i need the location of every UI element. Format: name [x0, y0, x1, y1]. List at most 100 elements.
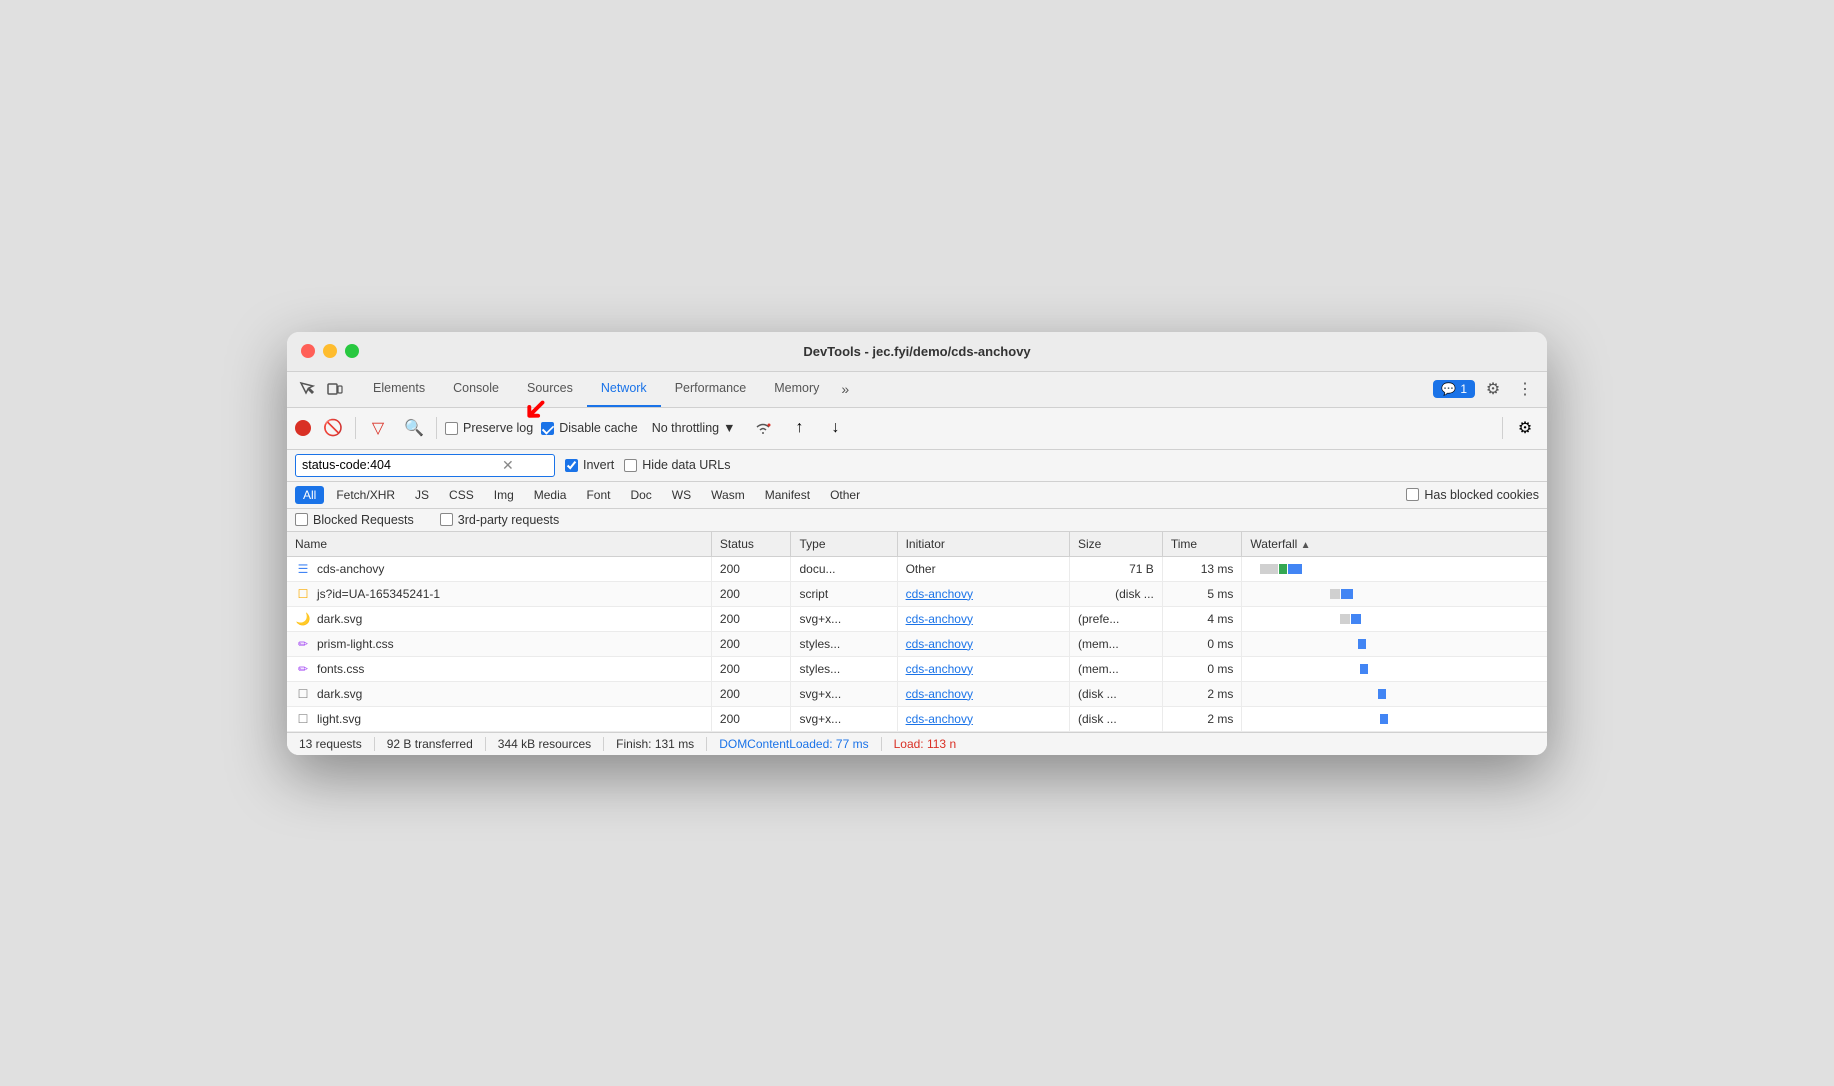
type-filter-all[interactable]: All: [295, 486, 324, 504]
table-header: Name Status Type Initiator Size: [287, 532, 1547, 557]
hide-data-urls-label[interactable]: Hide data URLs: [624, 458, 730, 472]
type-filter-other[interactable]: Other: [822, 486, 868, 504]
tab-bar-icons: [295, 377, 347, 401]
cell-name: 🌙 dark.svg: [287, 606, 711, 631]
type-filter-css[interactable]: CSS: [441, 486, 482, 504]
table-row[interactable]: 🌙 dark.svg 200 svg+x... cds-anchovy (pre…: [287, 606, 1547, 631]
cell-type: styles...: [791, 656, 897, 681]
device-toolbar-button[interactable]: [323, 377, 347, 401]
tab-right-controls: 💬 1 ⚙ ⋮: [1433, 375, 1539, 403]
disable-cache-checkbox-label[interactable]: Disable cache ➜: [541, 421, 638, 435]
network-toolbar: 🚫 ▽ 🔍 Preserve log Disable cache ➜ No th…: [287, 408, 1547, 450]
table-body: ☰ cds-anchovy 200 docu... Other 71 B 13 …: [287, 556, 1547, 731]
hide-data-urls-checkbox[interactable]: [624, 459, 637, 472]
dom-content-loaded: DOMContentLoaded: 77 ms: [707, 737, 881, 751]
table-row[interactable]: ☐ light.svg 200 svg+x... cds-anchovy (di…: [287, 706, 1547, 731]
blocked-requests-row: Blocked Requests 3rd-party requests: [287, 509, 1547, 532]
col-header-time[interactable]: Time: [1162, 532, 1242, 557]
filter-button[interactable]: ▽: [364, 414, 392, 442]
cell-waterfall: [1242, 681, 1547, 706]
record-button[interactable]: [295, 420, 311, 436]
has-blocked-cookies-checkbox[interactable]: [1406, 488, 1419, 501]
blocked-requests-checkbox[interactable]: [295, 513, 308, 526]
network-conditions-button[interactable]: [749, 414, 777, 442]
minimize-button[interactable]: [323, 344, 337, 358]
tab-console[interactable]: Console: [439, 371, 513, 407]
import-har-button[interactable]: ↑: [785, 414, 813, 442]
cell-size: (disk ...: [1069, 581, 1162, 606]
maximize-button[interactable]: [345, 344, 359, 358]
tab-network[interactable]: Network: [587, 371, 661, 407]
preserve-log-checkbox-label[interactable]: Preserve log: [445, 421, 533, 435]
tab-performance[interactable]: Performance: [661, 371, 761, 407]
type-filter-js[interactable]: JS: [407, 486, 437, 504]
network-table: Name Status Type Initiator Size: [287, 532, 1547, 732]
search-button[interactable]: 🔍: [400, 414, 428, 442]
clear-button[interactable]: 🚫: [319, 414, 347, 442]
more-tabs-button[interactable]: »: [833, 381, 857, 397]
table-row[interactable]: ☐ dark.svg 200 svg+x... cds-anchovy (dis…: [287, 681, 1547, 706]
invert-label[interactable]: Invert: [565, 458, 614, 472]
type-filter-font[interactable]: Font: [578, 486, 618, 504]
window-title: DevTools - jec.fyi/demo/cds-anchovy: [803, 344, 1030, 359]
cell-type: svg+x...: [791, 706, 897, 731]
resources-size: 344 kB resources: [486, 737, 604, 751]
cell-initiator: cds-anchovy: [897, 581, 1069, 606]
traffic-lights: [301, 344, 359, 358]
devtools-window: DevTools - jec.fyi/demo/cds-anchovy Elem…: [287, 332, 1547, 755]
tab-sources[interactable]: Sources: [513, 371, 587, 407]
separator-3: [1502, 417, 1503, 439]
cell-type: docu...: [791, 556, 897, 581]
tab-elements[interactable]: Elements: [359, 371, 439, 407]
type-filter-manifest[interactable]: Manifest: [757, 486, 818, 504]
inspect-element-button[interactable]: [295, 377, 319, 401]
cell-name: ☐ light.svg: [287, 706, 711, 731]
cell-size: (disk ...: [1069, 681, 1162, 706]
close-button[interactable]: [301, 344, 315, 358]
third-party-checkbox[interactable]: [440, 513, 453, 526]
cell-status: 200: [711, 706, 791, 731]
type-filter-media[interactable]: Media: [526, 486, 575, 504]
cell-waterfall: [1242, 581, 1547, 606]
col-header-waterfall[interactable]: Waterfall ▲: [1242, 532, 1547, 557]
cell-time: 2 ms: [1162, 706, 1242, 731]
table-row[interactable]: ✏ prism-light.css 200 styles... cds-anch…: [287, 631, 1547, 656]
col-header-name[interactable]: Name: [287, 532, 711, 557]
has-blocked-cookies-label[interactable]: Has blocked cookies: [1406, 488, 1539, 502]
filter-bar: ✕ Invert Hide data URLs: [287, 450, 1547, 482]
search-box[interactable]: ✕: [295, 454, 555, 477]
col-header-size[interactable]: Size: [1069, 532, 1162, 557]
table-row[interactable]: ☐ js?id=UA-165345241-1 200 script cds-an…: [287, 581, 1547, 606]
blocked-requests-label[interactable]: Blocked Requests: [295, 513, 414, 527]
cell-name: ☐ js?id=UA-165345241-1: [287, 581, 711, 606]
preserve-log-checkbox[interactable]: [445, 422, 458, 435]
disable-cache-checkbox[interactable]: [541, 422, 554, 435]
type-filter-wasm[interactable]: Wasm: [703, 486, 753, 504]
table-row[interactable]: ✏ fonts.css 200 styles... cds-anchovy (m…: [287, 656, 1547, 681]
network-settings-button[interactable]: ⚙: [1511, 414, 1539, 442]
search-input[interactable]: [302, 458, 502, 472]
type-filter-img[interactable]: Img: [486, 486, 522, 504]
type-filter-doc[interactable]: Doc: [622, 486, 659, 504]
cell-type: script: [791, 581, 897, 606]
col-header-status[interactable]: Status: [711, 532, 791, 557]
tab-memory[interactable]: Memory: [760, 371, 833, 407]
type-filter-ws[interactable]: WS: [664, 486, 699, 504]
type-filter-fetch-xhr[interactable]: Fetch/XHR: [328, 486, 403, 504]
more-options-button[interactable]: ⋮: [1511, 375, 1539, 403]
title-bar: DevTools - jec.fyi/demo/cds-anchovy: [287, 332, 1547, 372]
third-party-label[interactable]: 3rd-party requests: [440, 513, 559, 527]
cell-time: 13 ms: [1162, 556, 1242, 581]
table-row[interactable]: ☰ cds-anchovy 200 docu... Other 71 B 13 …: [287, 556, 1547, 581]
invert-checkbox[interactable]: [565, 459, 578, 472]
col-header-type[interactable]: Type: [791, 532, 897, 557]
clear-search-button[interactable]: ✕: [502, 457, 514, 474]
cell-initiator: cds-anchovy: [897, 656, 1069, 681]
export-har-button[interactable]: ↓: [821, 414, 849, 442]
col-header-initiator[interactable]: Initiator: [897, 532, 1069, 557]
throttle-select[interactable]: No throttling ▼: [646, 419, 742, 437]
console-badge-button[interactable]: 💬 1: [1433, 380, 1475, 398]
svg-moon-icon: 🌙: [295, 611, 311, 627]
cell-time: 0 ms: [1162, 656, 1242, 681]
settings-button[interactable]: ⚙: [1479, 375, 1507, 403]
